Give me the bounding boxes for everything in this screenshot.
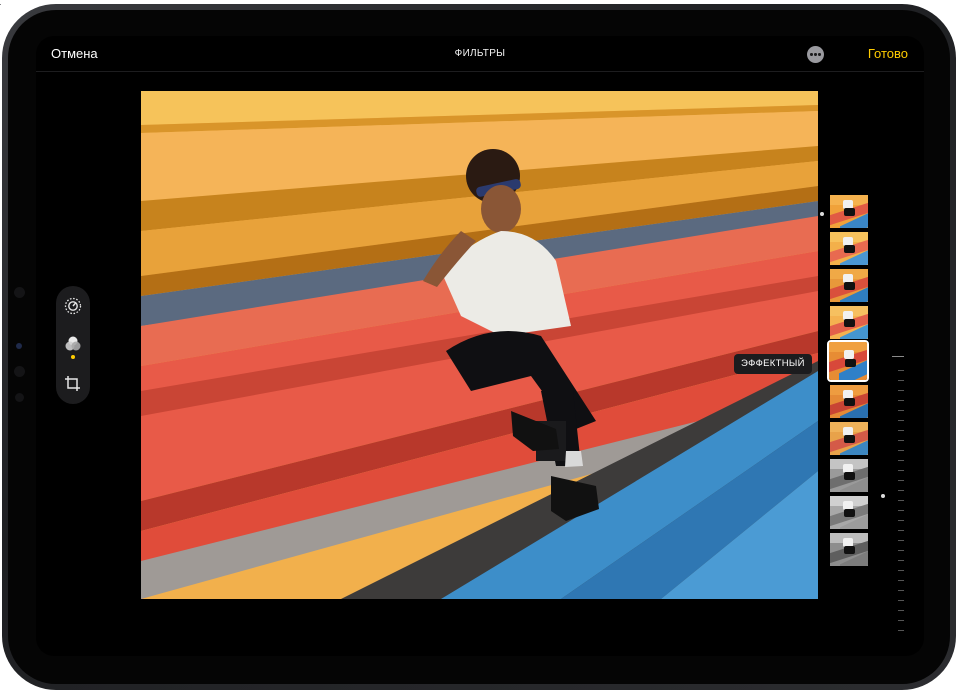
adjust-tool-button[interactable] — [61, 294, 85, 318]
slider-tick — [892, 356, 904, 357]
photo-image — [141, 91, 818, 599]
slider-tick — [898, 580, 904, 581]
crop-rotate-icon — [65, 376, 80, 391]
bezel-sensor — [15, 393, 24, 402]
more-options-button[interactable] — [807, 46, 824, 63]
front-camera — [16, 343, 22, 349]
slider-tick — [898, 430, 904, 431]
filter-thumbnail[interactable] — [830, 533, 868, 566]
selected-filter-label: ЭФФЕКТНЫЙ — [734, 354, 812, 374]
slider-tick — [898, 510, 904, 511]
slider-tick — [898, 630, 904, 631]
page-title: ФИЛЬТРЫ — [454, 48, 506, 59]
ellipsis-icon — [810, 53, 813, 56]
slider-tick — [898, 390, 904, 391]
filter-thumbnail[interactable] — [830, 459, 868, 492]
top-toolbar: Отмена ФИЛЬТРЫ Готово — [36, 36, 924, 72]
slider-tick — [898, 470, 904, 471]
bezel-sensor — [14, 366, 25, 377]
filter-intensity-slider[interactable] — [881, 356, 904, 632]
edit-tools-bar — [56, 286, 90, 404]
filter-thumbnail-selected[interactable] — [827, 340, 869, 382]
slider-tick — [898, 540, 904, 541]
slider-tick — [898, 600, 904, 601]
adjust-dial-icon — [64, 297, 82, 315]
slider-tick — [898, 610, 904, 611]
ellipsis-icon — [814, 53, 817, 56]
slider-tick — [898, 560, 904, 561]
slider-tick — [898, 490, 904, 491]
slider-tick — [898, 400, 904, 401]
photo-preview — [141, 91, 818, 599]
slider-tick — [898, 450, 904, 451]
slider-tick — [898, 370, 904, 371]
filter-thumbnail[interactable] — [830, 269, 868, 302]
crop-tool-button[interactable] — [61, 372, 85, 396]
slider-tick — [898, 420, 904, 421]
slider-tick — [898, 440, 904, 441]
slider-tick — [898, 500, 904, 501]
slider-tick — [898, 410, 904, 411]
bezel-sensor — [14, 287, 25, 298]
slider-tick — [898, 530, 904, 531]
filters-circles-icon — [65, 336, 81, 351]
filters-tool-button[interactable] — [61, 332, 85, 356]
slider-tick — [898, 570, 904, 571]
slider-tick — [898, 590, 904, 591]
original-filter-marker — [820, 212, 824, 216]
slider-tick — [898, 520, 904, 521]
photos-editor-screen: Отмена ФИЛЬТРЫ Готово ЭФФЕКТНЫЙ — [36, 36, 924, 656]
filter-thumbnail[interactable] — [830, 195, 868, 228]
slider-knob[interactable] — [881, 494, 885, 498]
slider-tick — [898, 620, 904, 621]
filter-thumbnail[interactable] — [830, 422, 868, 455]
active-tool-indicator — [71, 355, 75, 359]
done-button[interactable]: Готово — [868, 46, 908, 61]
slider-tick — [898, 380, 904, 381]
filter-thumbnail[interactable] — [830, 385, 868, 418]
filter-thumbnail[interactable] — [830, 306, 868, 339]
volume-button — [0, 4, 1, 5]
filter-thumbnail[interactable] — [830, 496, 868, 529]
slider-tick — [898, 550, 904, 551]
filter-thumbnail[interactable] — [830, 232, 868, 265]
slider-tick — [898, 480, 904, 481]
slider-tick — [898, 460, 904, 461]
ellipsis-icon — [818, 53, 821, 56]
